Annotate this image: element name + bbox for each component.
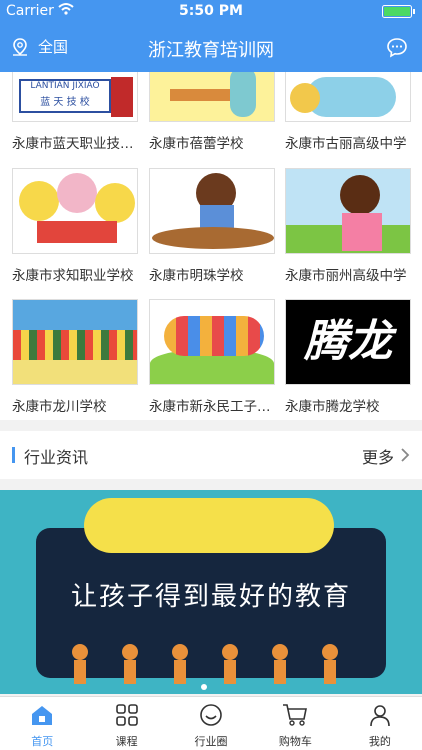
ground-illustration [13, 360, 137, 384]
school-thumbnail: LANTIAN JIXIAO 蓝 天 技 校 [12, 72, 138, 122]
school-thumbnail: 腾龙 [285, 299, 411, 385]
school-thumbnail [149, 72, 275, 122]
pager-dot [201, 684, 207, 690]
school-name: 永康市龙川学校 [12, 399, 107, 415]
school-thumbnail [149, 299, 275, 385]
smile-icon [200, 704, 222, 726]
tab-label: 课程 [115, 735, 138, 748]
lantian-logo: LANTIAN JIXIAO 蓝 天 技 校 [19, 79, 111, 113]
school-thumbnail [12, 299, 138, 385]
school-card[interactable]: 永康市新永民工子弟学校 [149, 299, 279, 415]
tab-label: 首页 [31, 735, 54, 748]
grid-icon [115, 704, 138, 726]
dress-illustration [342, 213, 382, 251]
school-name: 永康市蓓蕾学校 [149, 136, 244, 152]
girl-head-illustration [340, 175, 380, 215]
school-name: 永康市腾龙学校 [285, 399, 380, 415]
school-card[interactable]: 永康市龙川学校 [12, 299, 142, 415]
tab-label: 行业圈 [194, 735, 228, 748]
school-thumbnail [149, 168, 275, 254]
section-accent-bar [12, 447, 15, 463]
tab-industry-circle[interactable]: 行业圈 [169, 697, 253, 750]
tab-label: 购物车 [278, 735, 312, 748]
desk-illustration [152, 227, 274, 249]
logo-accent [111, 77, 133, 117]
tab-label: 我的 [368, 735, 391, 748]
news-section-header: 行业资讯 更多 [0, 431, 422, 479]
school-name: 永康市古丽高级中学 [285, 136, 407, 152]
school-card[interactable]: 腾龙 永康市腾龙学校 [285, 299, 415, 415]
status-bar: Carrier 5:50 PM [0, 0, 422, 22]
kids-illustration [19, 181, 59, 221]
chevron-right-icon[interactable] [400, 447, 410, 463]
user-icon [370, 705, 390, 727]
tab-bar: 首页 课程 行业圈 购物车 我的 [0, 696, 422, 750]
school-card[interactable]: 永康市明珠学校 [149, 168, 279, 284]
crowd-illustration [13, 330, 137, 360]
school-card[interactable]: 永康市求知职业学校 [12, 168, 142, 284]
school-card[interactable]: 永康市蓓蕾学校 [149, 72, 279, 152]
kids-illustration [57, 173, 97, 213]
banner-slogan: 让孩子得到最好的教育 [70, 582, 351, 612]
home-icon [32, 706, 53, 725]
school-thumbnail [285, 72, 411, 122]
promo-banner[interactable]: 让孩子得到最好的教育 [0, 490, 422, 694]
school-card[interactable]: LANTIAN JIXIAO 蓝 天 技 校 永康市蓝天职业技术学校 [12, 72, 142, 152]
school-card[interactable]: 永康市丽州高级中学 [285, 168, 415, 284]
yellow-cloud [84, 498, 334, 553]
school-name: 永康市新永民工子弟学校 [149, 399, 275, 415]
more-link[interactable]: 更多 [362, 444, 394, 468]
message-icon[interactable] [386, 36, 408, 58]
school-thumbnail [12, 168, 138, 254]
school-name: 永康市求知职业学校 [12, 268, 134, 284]
tenglong-logo: 腾龙 [304, 316, 392, 367]
circle-kids-illustration [164, 316, 264, 356]
status-time: 5:50 PM [179, 3, 243, 19]
school-name: 永康市明珠学校 [149, 268, 244, 284]
hair-illustration [290, 83, 320, 113]
school-name: 永康市丽州高级中学 [285, 268, 407, 284]
school-grid: LANTIAN JIXIAO 蓝 天 技 校 永康市蓝天职业技术学校 永康市蓓蕾… [0, 72, 422, 420]
tab-mine[interactable]: 我的 [338, 697, 422, 750]
school-thumbnail [285, 168, 411, 254]
figure-illustration [230, 72, 256, 117]
nav-bar: 全国 浙江教育培训网 [0, 22, 422, 72]
page-title: 浙江教育培训网 [148, 40, 274, 61]
tab-cart[interactable]: 购物车 [253, 697, 337, 750]
battery-icon [382, 5, 415, 18]
tab-home[interactable]: 首页 [0, 697, 84, 750]
school-name: 永康市蓝天职业技术学校 [12, 136, 138, 152]
news-title: 行业资讯 [24, 448, 89, 467]
kids-illustration [95, 183, 135, 223]
cart-icon [283, 704, 308, 726]
book-illustration [37, 221, 117, 243]
tab-courses[interactable]: 课程 [84, 697, 168, 750]
school-card[interactable]: 永康市古丽高级中学 [285, 72, 415, 152]
kids-row-illustration [72, 644, 338, 684]
